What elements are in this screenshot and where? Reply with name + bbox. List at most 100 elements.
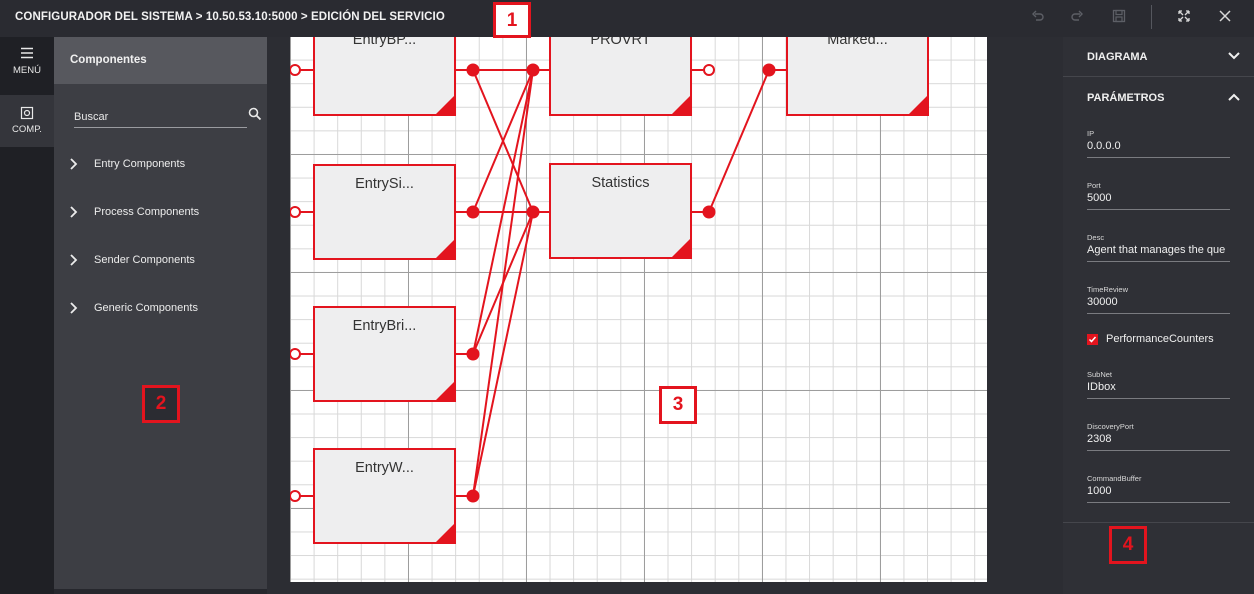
callout-1: 1	[493, 2, 531, 38]
resize-handle[interactable]	[435, 239, 455, 259]
field-label: CommandBuffer	[1087, 474, 1142, 483]
callout-4: 4	[1109, 526, 1147, 564]
output-port[interactable]	[466, 489, 480, 503]
save-icon[interactable]	[1110, 9, 1128, 27]
resize-handle[interactable]	[435, 381, 455, 401]
section-parametros[interactable]: PARÁMETROS	[1063, 78, 1254, 118]
category-label: Sender Components	[94, 254, 195, 266]
field-label: SubNet	[1087, 370, 1113, 379]
callout-2: 2	[142, 385, 180, 423]
left-rail: MENÚ COMP.	[0, 37, 54, 594]
field-discoveryport[interactable]: DiscoveryPort 2308	[1087, 422, 1230, 451]
node-label: EntryBri...	[352, 318, 417, 334]
search-icon[interactable]	[248, 107, 262, 121]
chevron-up-icon	[1228, 93, 1240, 101]
diagram-canvas[interactable]: EntryBP... EntrySi... EntryBri... EntryW…	[290, 37, 987, 582]
undo-icon[interactable]	[1029, 9, 1047, 27]
input-port[interactable]	[290, 348, 301, 360]
resize-handle[interactable]	[435, 95, 455, 115]
field-timereview[interactable]: TimeReview 30000	[1087, 285, 1230, 314]
category-generic-components[interactable]: Generic Components	[68, 299, 258, 319]
field-value[interactable]: 30000	[1087, 296, 1230, 314]
field-port[interactable]: Port 5000	[1087, 181, 1230, 210]
output-port[interactable]	[702, 205, 716, 219]
node-statistics[interactable]: Statistics	[549, 163, 692, 259]
input-port[interactable]	[526, 63, 540, 77]
check-icon	[1088, 336, 1097, 343]
node-label: PROVRT	[590, 37, 651, 48]
close-icon[interactable]	[1216, 9, 1234, 27]
checkbox-label: PerformanceCounters	[1106, 333, 1214, 345]
category-process-components[interactable]: Process Components	[68, 203, 258, 223]
menu-label: MENÚ	[13, 65, 41, 76]
components-panel: Componentes Entry Components Process Com…	[54, 37, 267, 589]
field-value[interactable]: Agent that manages the que	[1087, 244, 1230, 262]
gear-icon	[20, 106, 34, 120]
section-diagrama[interactable]: DIAGRAMA	[1063, 37, 1254, 77]
resize-handle[interactable]	[671, 238, 691, 258]
field-label: Desc	[1087, 233, 1105, 242]
section-label: PARÁMETROS	[1087, 92, 1165, 104]
performance-counters-checkbox[interactable]: PerformanceCounters	[1087, 332, 1247, 348]
category-sender-components[interactable]: Sender Components	[68, 251, 258, 271]
node-entry-bri[interactable]: EntryBri...	[313, 306, 456, 402]
node-marked[interactable]: Marked...	[786, 37, 929, 116]
output-port[interactable]	[703, 64, 715, 76]
field-label: DiscoveryPort	[1087, 422, 1134, 431]
input-port[interactable]	[762, 63, 776, 77]
chevron-right-icon	[70, 302, 78, 314]
resize-handle[interactable]	[435, 523, 455, 543]
field-value[interactable]: 1000	[1087, 485, 1230, 503]
node-entry-bp[interactable]: EntryBP...	[313, 37, 456, 116]
field-label: TimeReview	[1087, 285, 1128, 294]
node-label: Marked...	[827, 37, 888, 48]
components-button[interactable]: COMP.	[0, 95, 54, 147]
field-value[interactable]: 0.0.0.0	[1087, 140, 1230, 158]
node-label: EntrySi...	[355, 176, 414, 192]
output-port[interactable]	[466, 63, 480, 77]
input-port[interactable]	[526, 205, 540, 219]
chevron-right-icon	[70, 254, 78, 266]
checkbox-box[interactable]	[1087, 334, 1098, 345]
output-port[interactable]	[466, 205, 480, 219]
field-subnet[interactable]: SubNet IDbox	[1087, 370, 1230, 399]
section-label: DIAGRAMA	[1087, 51, 1148, 63]
field-value[interactable]: 2308	[1087, 433, 1230, 451]
field-value[interactable]: IDbox	[1087, 381, 1230, 399]
resize-handle[interactable]	[908, 95, 928, 115]
hamburger-icon	[21, 47, 33, 59]
resize-handle[interactable]	[671, 95, 691, 115]
properties-panel: DIAGRAMA PARÁMETROS IP 0.0.0.0 Port 5000…	[1063, 37, 1254, 594]
node-provrt[interactable]: PROVRT	[549, 37, 692, 116]
panel-title: Componentes	[54, 37, 267, 84]
redo-icon[interactable]	[1068, 9, 1086, 27]
callout-3: 3	[659, 386, 697, 424]
output-port[interactable]	[466, 347, 480, 361]
panel-divider	[1063, 522, 1254, 523]
field-label: IP	[1087, 129, 1095, 138]
input-port[interactable]	[290, 206, 301, 218]
menu-button[interactable]: MENÚ	[0, 47, 54, 99]
top-bar: CONFIGURADOR DEL SISTEMA > 10.50.53.10:5…	[0, 0, 1254, 37]
input-port[interactable]	[290, 64, 301, 76]
chevron-down-icon	[1228, 52, 1240, 60]
node-label: EntryBP...	[352, 37, 417, 48]
node-label: Statistics	[591, 175, 650, 191]
category-label: Process Components	[94, 206, 200, 218]
expand-icon[interactable]	[1175, 9, 1193, 27]
input-port[interactable]	[290, 490, 301, 502]
node-entry-si[interactable]: EntrySi...	[313, 164, 456, 260]
node-entry-w[interactable]: EntryW...	[313, 448, 456, 544]
comp-label: COMP.	[12, 124, 42, 135]
chevron-right-icon	[70, 158, 78, 170]
chevron-right-icon	[70, 206, 78, 218]
search-input[interactable]	[74, 108, 224, 123]
field-commandbuffer[interactable]: CommandBuffer 1000	[1087, 474, 1230, 503]
field-value[interactable]: 5000	[1087, 192, 1230, 210]
search-box	[74, 107, 262, 128]
field-ip[interactable]: IP 0.0.0.0	[1087, 129, 1230, 158]
node-label: EntryW...	[355, 460, 414, 476]
toolbar-divider	[1151, 5, 1152, 29]
category-entry-components[interactable]: Entry Components	[68, 155, 258, 175]
field-desc[interactable]: Desc Agent that manages the que	[1087, 233, 1230, 262]
